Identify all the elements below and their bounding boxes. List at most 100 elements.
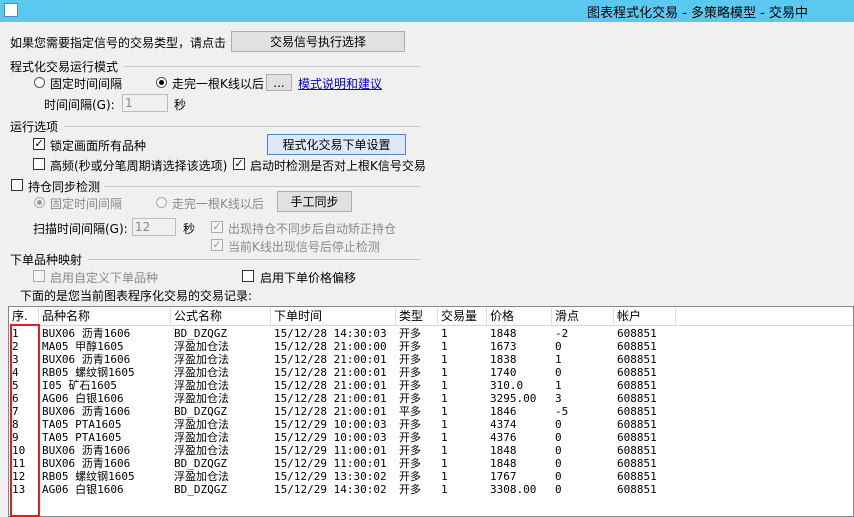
run-mode-fixed-interval-radio[interactable] [34, 77, 45, 88]
row-order-time: 15/12/29 14:30:02 [274, 483, 387, 496]
table-row[interactable]: 8 TA05 PTA1605 浮盈加仓法 15/12/29 10:00:03 开多 1 43… [9, 418, 853, 431]
row-symbol: TA05 PTA1605 [42, 418, 122, 431]
row-formula: 浮盈加仓法 [174, 392, 229, 405]
row-index: 13 [12, 483, 26, 496]
row-symbol: RB05 螺纹钢1605 [42, 366, 135, 379]
run-mode-fixed-interval-label: 固定时间间隔 [50, 77, 123, 91]
row-price: 3308.00 [490, 483, 537, 496]
app-icon[interactable] [4, 3, 18, 17]
table-row[interactable]: 1 BUX06 沥青1606 BD_DZQGZ 15/12/28 14:30:03 开多… [9, 327, 853, 340]
row-formula: 浮盈加仓法 [174, 366, 229, 379]
high-freq-label: 高频(秒或分笔周期请选择该选项) [50, 159, 228, 173]
position-sync-checkbox[interactable] [11, 179, 23, 191]
row-slippage: -5 [555, 405, 569, 418]
row-type: 平多 [399, 405, 421, 418]
row-index: 4 [12, 366, 19, 379]
mode-ellipsis-button[interactable]: ... [266, 74, 292, 91]
row-volume: 1 [441, 392, 448, 405]
title-bar: 图表程式化交易 - 多策略模型 - 交易中 [0, 0, 854, 22]
interval-label: 时间间隔(G): [44, 98, 115, 112]
order-mapping-divider [88, 259, 420, 260]
row-account: 608851 [617, 392, 657, 405]
row-price: 1673 [490, 340, 517, 353]
row-slippage: 0 [555, 340, 562, 353]
column-header-symbol[interactable]: 品种名称 [39, 307, 171, 326]
row-index: 2 [12, 340, 19, 353]
row-type: 开多 [399, 327, 421, 340]
interval-unit: 秒 [174, 98, 187, 112]
interval-input[interactable]: 1 [122, 94, 168, 112]
row-account: 608851 [617, 327, 657, 340]
position-sync-group-title: 持仓同步检测 [28, 180, 101, 194]
table-row[interactable]: 3 BUX06 沥青1606 浮盈加仓法 15/12/28 21:00:01 开多 1 18… [9, 353, 853, 366]
column-header-index[interactable]: 序. [9, 307, 39, 326]
table-row[interactable]: 10 BUX06 沥青1606 浮盈加仓法 15/12/29 11:00:01 开多 1 1… [9, 444, 853, 457]
row-slippage: 0 [555, 431, 562, 444]
row-formula: 浮盈加仓法 [174, 379, 229, 392]
manual-sync-button[interactable]: 手工同步 [277, 191, 352, 212]
row-type: 开多 [399, 366, 421, 379]
high-freq-checkbox[interactable] [33, 158, 45, 170]
row-type: 开多 [399, 340, 421, 353]
row-type: 开多 [399, 392, 421, 405]
row-symbol: BUX06 沥青1606 [42, 444, 131, 457]
column-header-order-time[interactable]: 下单时间 [271, 307, 396, 326]
row-slippage: 1 [555, 353, 562, 366]
scan-interval-unit: 秒 [183, 222, 196, 236]
row-type: 开多 [399, 444, 421, 457]
custom-symbol-checkbox[interactable] [33, 270, 45, 282]
stop-check-checkbox[interactable]: ✓ [211, 239, 223, 251]
column-header-price[interactable]: 价格 [487, 307, 552, 326]
price-offset-checkbox[interactable] [242, 270, 254, 282]
startup-check-checkbox[interactable]: ✓ [233, 158, 245, 170]
row-formula: BD_DZQGZ [174, 327, 227, 340]
sync-after-bar-radio[interactable] [156, 197, 167, 208]
sync-fixed-interval-radio[interactable] [34, 197, 45, 208]
mode-help-link[interactable]: 模式说明和建议 [298, 75, 382, 92]
row-slippage: -2 [555, 327, 569, 340]
table-row[interactable]: 9 TA05 PTA1605 浮盈加仓法 15/12/29 10:00:03 开多 1 43… [9, 431, 853, 444]
row-account: 608851 [617, 379, 657, 392]
trade-records-table[interactable]: 序. 品种名称 公式名称 下单时间 类型 交易量 价格 滑点 帐户 1 BUX06… [8, 306, 854, 517]
row-type: 开多 [399, 353, 421, 366]
row-account: 608851 [617, 444, 657, 457]
table-row[interactable]: 6 AG06 白银1606 浮盈加仓法 15/12/28 21:00:01 开多 1 329… [9, 392, 853, 405]
row-index: 12 [12, 470, 26, 483]
scan-interval-input[interactable]: 12 [132, 218, 176, 236]
row-order-time: 15/12/28 21:00:01 [274, 392, 387, 405]
row-symbol: I05 矿石1605 [42, 379, 117, 392]
row-symbol: AG06 白银1606 [42, 483, 124, 496]
table-row[interactable]: 7 BUX06 沥青1606 BD_DZQGZ 15/12/28 21:00:01 平多… [9, 405, 853, 418]
column-header-formula[interactable]: 公式名称 [171, 307, 271, 326]
row-index: 7 [12, 405, 19, 418]
table-row[interactable]: 4 RB05 螺纹钢1605 浮盈加仓法 15/12/28 21:00:01 开多 1 17… [9, 366, 853, 379]
row-order-time: 15/12/28 21:00:01 [274, 353, 387, 366]
column-header-account[interactable]: 帐户 [614, 307, 676, 326]
stop-check-label: 当前K线出现信号后停止检测 [228, 240, 380, 254]
sync-fixed-interval-label: 固定时间间隔 [50, 197, 123, 211]
row-volume: 1 [441, 379, 448, 392]
row-volume: 1 [441, 418, 448, 431]
row-volume: 1 [441, 444, 448, 457]
table-row[interactable]: 11 BUX06 沥青1606 BD_DZQGZ 15/12/29 11:00:01 开… [9, 457, 853, 470]
row-type: 开多 [399, 418, 421, 431]
signal-execution-select-button[interactable]: 交易信号执行选择 [231, 31, 405, 52]
order-settings-button[interactable]: 程式化交易下单设置 [267, 134, 406, 155]
auto-correct-checkbox[interactable]: ✓ [211, 221, 223, 233]
column-header-slippage[interactable]: 滑点 [552, 307, 614, 326]
row-account: 608851 [617, 457, 657, 470]
row-order-time: 15/12/29 10:00:03 [274, 418, 387, 431]
table-row[interactable]: 2 MA05 甲醇1605 浮盈加仓法 15/12/28 21:00:00 开多 1 167… [9, 340, 853, 353]
run-mode-group-title: 程式化交易运行模式 [10, 60, 119, 74]
row-slippage: 0 [555, 418, 562, 431]
row-slippage: 0 [555, 366, 562, 379]
position-sync-divider [104, 186, 420, 187]
column-header-type[interactable]: 类型 [396, 307, 438, 326]
row-price: 4374 [490, 418, 517, 431]
table-row[interactable]: 13 AG06 白银1606 BD_DZQGZ 15/12/29 14:30:02 开多… [9, 483, 853, 496]
table-row[interactable]: 5 I05 矿石1605 浮盈加仓法 15/12/28 21:00:01 开多 1 310.… [9, 379, 853, 392]
column-header-volume[interactable]: 交易量 [438, 307, 487, 326]
lock-all-checkbox[interactable]: ✓ [33, 138, 45, 150]
run-mode-after-bar-radio[interactable] [156, 77, 167, 88]
table-row[interactable]: 12 RB05 螺纹钢1605 浮盈加仓法 15/12/29 13:30:02 开多 1 1… [9, 470, 853, 483]
